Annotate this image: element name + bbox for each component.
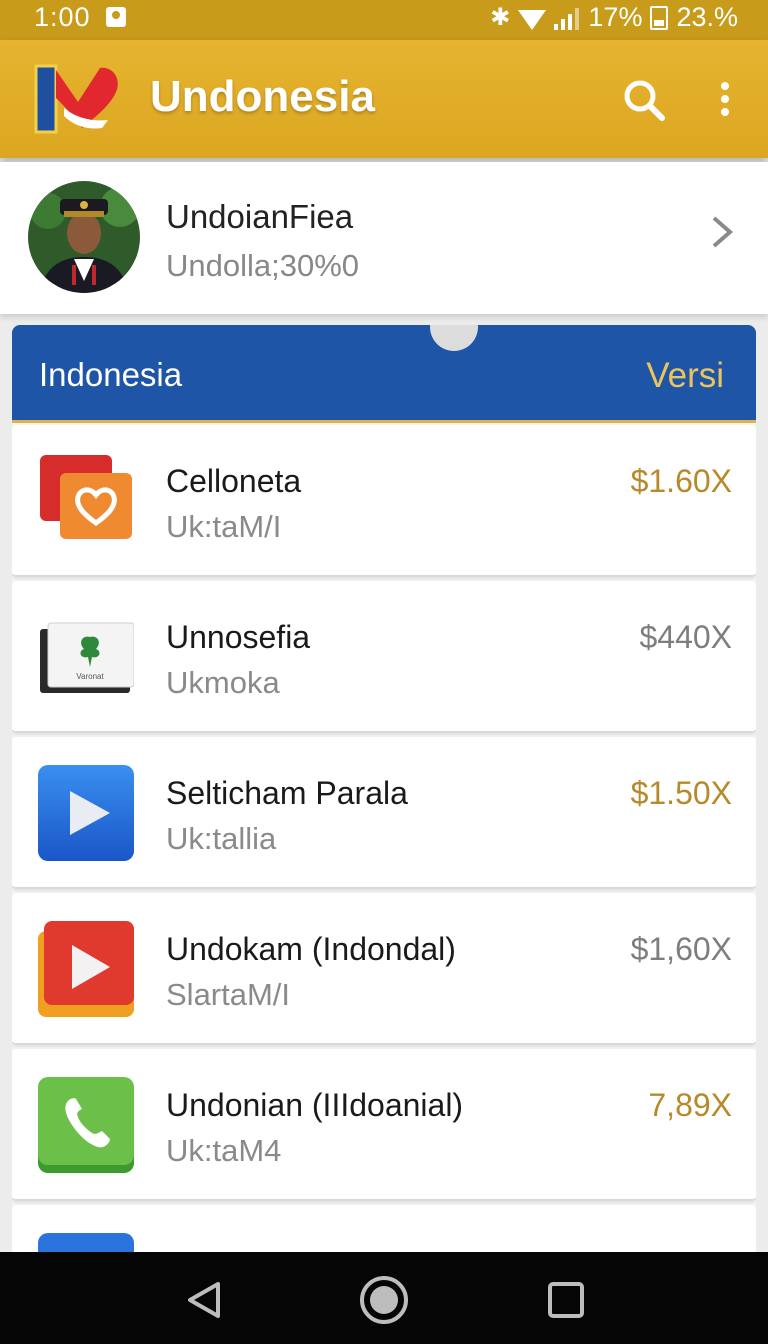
profile-card[interactable]: UndoianFiea Undolla;30%0 <box>0 162 768 314</box>
list-item-title: Selticham Parala <box>166 775 408 811</box>
list-item-title: Celloneta <box>166 463 302 499</box>
heart-app-icon <box>40 455 132 539</box>
list-item-subtitle: Uk:taM/I <box>166 509 282 544</box>
phone-app-icon <box>38 1077 134 1173</box>
search-icon[interactable] <box>622 78 666 122</box>
panel-header: Indonesia Versi <box>12 325 756 423</box>
more-vert-icon[interactable] <box>710 78 740 122</box>
flag-heart-logo-icon <box>34 64 118 134</box>
panel-header-version[interactable]: Versi <box>646 356 724 396</box>
list-item-subtitle: SlartaM/I <box>166 977 291 1012</box>
list-item[interactable]: Selticham Parala Uk:tallia $1.50X <box>12 737 756 889</box>
list-item[interactable]: Varonat Unnosefia Ukmoka $440X <box>12 581 756 733</box>
list-item-price: $1,60X <box>630 931 732 967</box>
list-item-subtitle: Uk:tallia <box>166 821 277 856</box>
list-item[interactable]: Undonian (IIIdoanial) Uk:taM4 7,89X <box>12 1049 756 1201</box>
list-item-title: Undokam (Indondal) <box>166 931 456 967</box>
list-item-price: 7,89X <box>648 1087 732 1123</box>
panel-header-title: Indonesia <box>39 356 183 393</box>
home-circle-icon[interactable] <box>358 1274 410 1326</box>
back-triangle-icon[interactable] <box>180 1276 228 1324</box>
status-bar: 1:00 ✱ 17% 23.% <box>0 0 768 40</box>
blue-play-app-icon <box>38 765 134 861</box>
navigation-bar <box>0 1252 768 1344</box>
red-play-app-icon <box>38 921 134 1017</box>
list-item-subtitle: Ukmoka <box>166 665 280 700</box>
list-item[interactable]: Undokam (Indondal) SlartaM/I $1,60X <box>12 893 756 1045</box>
battery-percent: 17% <box>588 2 643 32</box>
list-item-price: $1.50X <box>630 775 732 811</box>
wifi-icon <box>518 9 547 30</box>
battery-icon <box>650 5 669 30</box>
list-item[interactable]: Celloneta Uk:taM/I $1.60X <box>12 425 756 577</box>
list-item-price: $1.60X <box>630 463 732 499</box>
status-time: 1:00 <box>34 2 91 32</box>
list-item-title: Unnosefia <box>166 619 311 655</box>
avatar <box>28 181 140 293</box>
list-item-subtitle: Uk:taM4 <box>166 1133 282 1168</box>
recents-square-icon[interactable] <box>542 1276 590 1324</box>
app-title: Undonesia <box>150 72 375 121</box>
chevron-right-icon <box>712 216 734 248</box>
profile-subtitle: Undolla;30%0 <box>166 248 360 283</box>
status-indicators: ✱ 17% 23.% <box>490 2 738 33</box>
notification-icon <box>106 7 126 27</box>
status-extra-percent: 23.% <box>676 2 738 32</box>
list-item-title: Undonian (IIIdoanial) <box>166 1087 464 1123</box>
app-bar: Undonesia <box>0 40 768 158</box>
profile-name: UndoianFiea <box>166 198 354 235</box>
list-item-price: $440X <box>639 619 732 655</box>
app-list-panel: Indonesia Versi Celloneta Uk:taM/I $1.60… <box>12 325 756 1265</box>
leaf-box-app-icon: Varonat <box>40 622 134 693</box>
leaf-box-label: Varonat <box>76 672 104 681</box>
signal-icon <box>554 7 580 30</box>
bluetooth-icon: ✱ <box>490 4 511 31</box>
